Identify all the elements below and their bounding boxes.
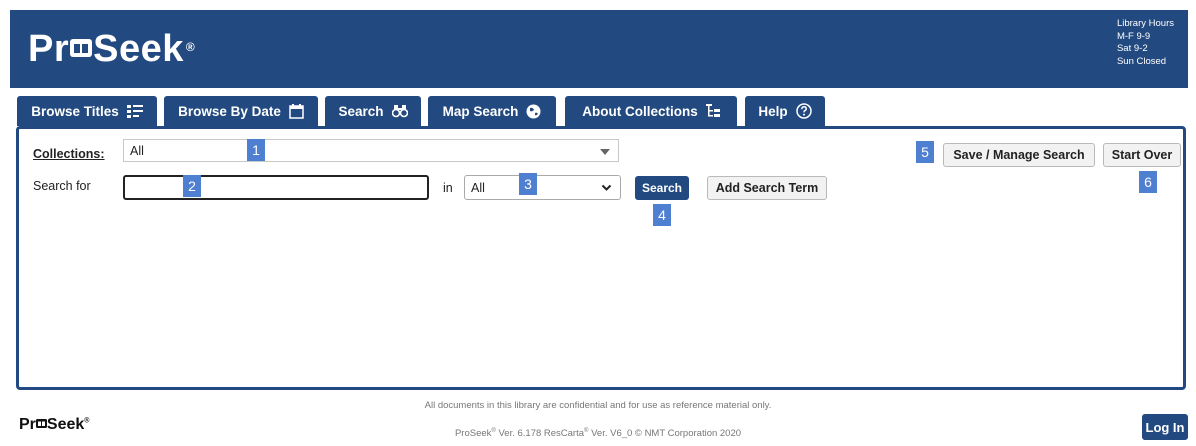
tab-browse-titles[interactable]: Browse Titles (17, 96, 157, 126)
tab-label: Help (758, 103, 788, 119)
version-mid: Ver. 6.178 ResCarta (495, 428, 585, 440)
annotation-badge: 3 (519, 173, 537, 195)
login-button[interactable]: Log In (1142, 414, 1188, 440)
tab-search[interactable]: Search (325, 96, 421, 126)
tab-label: Browse By Date (178, 103, 281, 119)
list-icon (126, 105, 143, 118)
hours-line: Sat 9-2 (1116, 43, 1148, 54)
version-info: ProSeek® Ver. 6.178 ResCarta® Ver. V6_0 … (0, 428, 1196, 439)
confidentiality-note: All documents in this library are confid… (424, 400, 772, 411)
start-over-button[interactable]: Start Over (1103, 143, 1181, 167)
globe-icon (526, 104, 541, 118)
search-field-select[interactable]: All (464, 175, 621, 200)
version-prefix: ProSeek (454, 428, 492, 440)
in-label: in (443, 181, 453, 195)
binoculars-icon (391, 105, 408, 118)
calendar-icon (289, 103, 304, 119)
annotation-badge: 5 (916, 141, 934, 163)
annotation-badge: 2 (183, 175, 201, 197)
tab-label: About Collections (582, 103, 698, 119)
registered-mark: ® (84, 417, 90, 425)
annotation-badge: 4 (653, 204, 671, 226)
chevron-down-icon (601, 184, 612, 191)
search-panel: Collections: All 1 Search for 2 in All 3… (16, 126, 1186, 390)
tab-help[interactable]: Help (745, 96, 825, 126)
proseek-logo[interactable]: Pr Seek ® (28, 27, 195, 71)
help-icon (795, 103, 812, 119)
hours-line: M-F 9-9 (1116, 30, 1151, 42)
hours-line: Library Hours (1116, 18, 1174, 29)
tab-label: Search (338, 103, 384, 119)
tab-label: Map Search (442, 103, 519, 119)
search-field-value: All (471, 181, 485, 195)
annotation-badge: 6 (1139, 171, 1157, 193)
tab-label: Browse Titles (31, 103, 119, 119)
hours-line: Sun Closed (1116, 55, 1167, 67)
registered-mark: ® (185, 40, 196, 54)
version-suffix: Ver. V6_0 © NMT Corporation 2020 (588, 428, 742, 440)
library-hours: Library Hours M-F 9-9 Sat 9-2 Sun Closed (1117, 18, 1174, 68)
dropdown-arrow-icon (600, 149, 610, 155)
add-search-term-button[interactable]: Add Search Term (707, 176, 827, 200)
tab-about-collections[interactable]: About Collections (565, 96, 737, 126)
search-button[interactable]: Search (635, 176, 689, 200)
tree-icon (705, 104, 720, 117)
collections-label[interactable]: Collections: (33, 147, 105, 161)
search-for-label: Search for (33, 179, 91, 193)
tab-map-search[interactable]: Map Search (428, 96, 556, 126)
book-icon (70, 38, 93, 57)
annotation-badge: 1 (247, 139, 265, 161)
search-input[interactable] (123, 175, 429, 200)
save-manage-search-button[interactable]: Save / Manage Search (943, 143, 1095, 167)
tab-browse-by-date[interactable]: Browse By Date (164, 96, 318, 126)
collections-select[interactable]: All (123, 139, 619, 162)
book-icon (35, 419, 47, 429)
collections-value: All (130, 144, 144, 158)
header-bar: Pr Seek ® Library Hours M-F 9-9 Sat 9-2 S… (10, 10, 1188, 88)
